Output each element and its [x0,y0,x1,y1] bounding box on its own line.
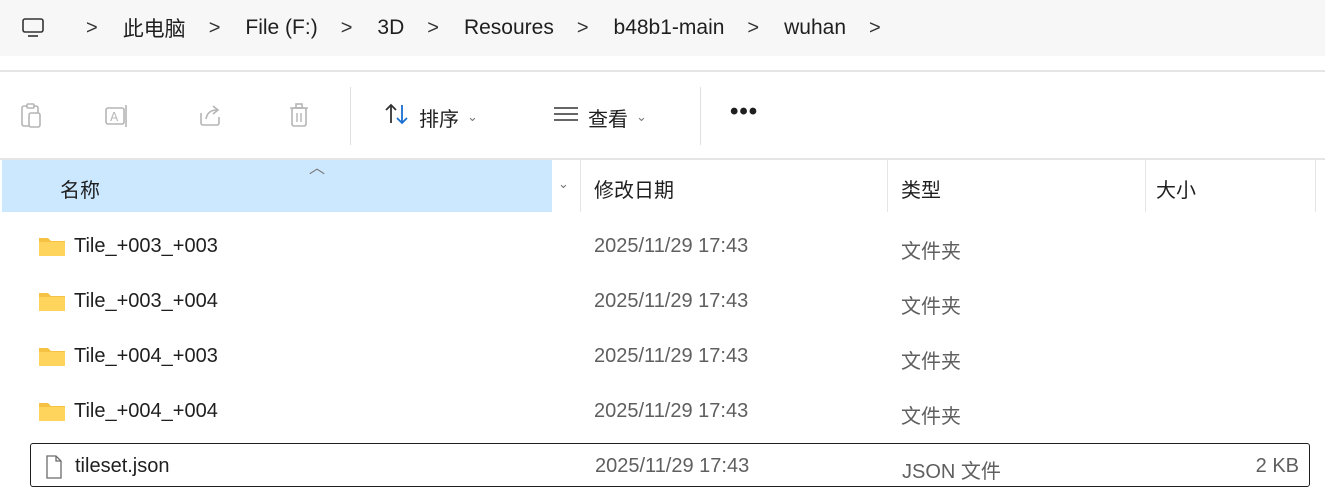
file-type: 文件夹 [901,406,961,428]
chevron-right-icon[interactable]: > [341,17,353,40]
delete-icon[interactable] [284,101,314,131]
file-name: Tile_+003_+003 [74,235,218,257]
view-button[interactable]: 查看 ⌄ [552,100,647,134]
file-name: Tile_+003_+004 [74,290,218,312]
view-label: 查看 [588,108,628,131]
divider [0,70,1325,72]
file-type: 文件夹 [901,241,961,263]
column-divider[interactable] [1315,160,1316,212]
folder-icon [37,289,67,313]
folder-icon [37,234,67,258]
column-header-name[interactable]: ︿ 名称 [2,160,552,212]
file-type: 文件夹 [901,296,961,318]
breadcrumb-drive[interactable]: File (F:) [244,16,318,40]
command-bar: A 排序 ⌄ 查看 ⌄ ••• [0,74,1325,158]
svg-text:A: A [110,110,119,124]
breadcrumb-wuhan[interactable]: wuhan [783,16,847,40]
chevron-right-icon[interactable]: > [577,17,589,40]
file-modified: 2025/11/29 17:43 [594,235,749,257]
column-header-type-label: 类型 [901,180,941,202]
chevron-right-icon[interactable]: > [209,17,221,40]
paste-icon[interactable] [17,101,47,131]
file-icon [38,454,68,479]
breadcrumb-resoures[interactable]: Resoures [463,16,555,40]
breadcrumb-3d[interactable]: 3D [376,16,405,40]
file-row[interactable]: Tile_+003_+004 2025/11/29 17:43 文件夹 [30,279,1310,323]
chevron-down-icon: ⌄ [636,109,647,124]
file-modified: 2025/11/29 17:43 [594,345,749,367]
breadcrumb-b48b1-main[interactable]: b48b1-main [613,16,726,40]
sort-button[interactable]: 排序 ⌄ [383,100,478,134]
file-name: tileset.json [75,455,170,477]
share-icon[interactable] [195,101,225,131]
file-type: JSON 文件 [902,461,1001,483]
column-header-type[interactable]: 类型 [888,160,1144,212]
view-icon [552,104,580,130]
chevron-right-icon[interactable]: > [869,17,881,40]
toolbar-divider [350,87,351,145]
breadcrumb: > 此电脑 > File (F:) > 3D > Resoures > b48b… [64,13,905,43]
column-header-modified[interactable]: 修改日期 [581,160,886,212]
computer-icon[interactable] [20,17,46,39]
file-size: 2 KB [1255,455,1299,477]
sort-label: 排序 [419,108,459,131]
file-modified: 2025/11/29 17:43 [594,290,749,312]
breadcrumb-this-pc[interactable]: 此电脑 [122,13,187,43]
chevron-right-icon[interactable]: > [747,17,759,40]
column-header-size-label: 大小 [1156,180,1196,202]
file-row[interactable]: Tile_+004_+004 2025/11/29 17:43 文件夹 [30,389,1310,433]
file-row[interactable]: Tile_+003_+003 2025/11/29 17:43 文件夹 [30,224,1310,268]
address-bar[interactable]: > 此电脑 > File (F:) > 3D > Resoures > b48b… [0,0,1325,56]
column-header-size[interactable]: 大小 [1146,160,1314,212]
chevron-down-icon[interactable]: ⌄ [558,176,569,192]
file-type: 文件夹 [901,351,961,373]
file-modified: 2025/11/29 17:43 [595,455,750,477]
rename-icon[interactable]: A [102,101,132,131]
column-header-name-label: 名称 [60,180,100,202]
chevron-right-icon[interactable]: > [86,17,98,40]
file-row[interactable]: Tile_+004_+003 2025/11/29 17:43 文件夹 [30,334,1310,378]
toolbar-divider [700,87,701,145]
sort-ascending-icon: ︿ [309,160,326,177]
more-options-button[interactable]: ••• [730,98,758,126]
column-header-row: ︿ 名称 ⌄ 修改日期 类型 大小 [0,160,1325,212]
column-header-modified-label: 修改日期 [594,180,674,202]
file-name: Tile_+004_+003 [74,345,218,367]
folder-icon [37,399,67,423]
chevron-down-icon: ⌄ [467,109,478,124]
chevron-right-icon[interactable]: > [427,17,439,40]
file-name: Tile_+004_+004 [74,400,218,422]
sort-icon [383,102,411,132]
file-modified: 2025/11/29 17:43 [594,400,749,422]
file-row-selected[interactable]: tileset.json 2025/11/29 17:43 JSON 文件 2 … [30,443,1310,487]
folder-icon [37,344,67,368]
